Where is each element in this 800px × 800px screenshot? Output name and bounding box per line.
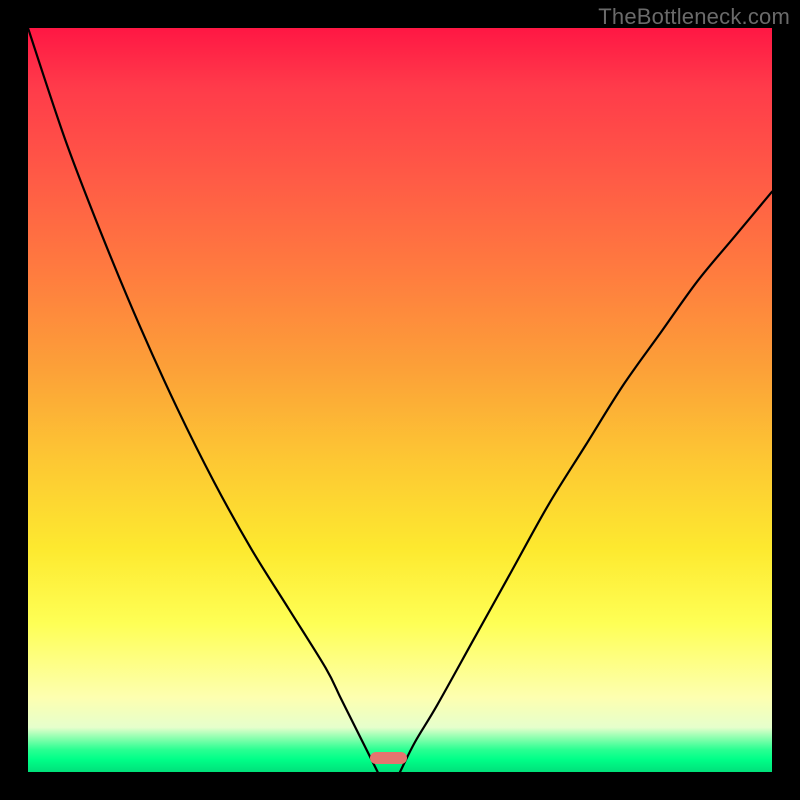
curve-right-branch	[400, 192, 772, 772]
chart-frame: TheBottleneck.com	[0, 0, 800, 800]
curve-left-branch	[28, 28, 378, 772]
plot-area	[28, 28, 772, 772]
bottleneck-curve	[28, 28, 772, 772]
optimal-marker	[370, 752, 407, 764]
watermark-text: TheBottleneck.com	[598, 4, 790, 30]
